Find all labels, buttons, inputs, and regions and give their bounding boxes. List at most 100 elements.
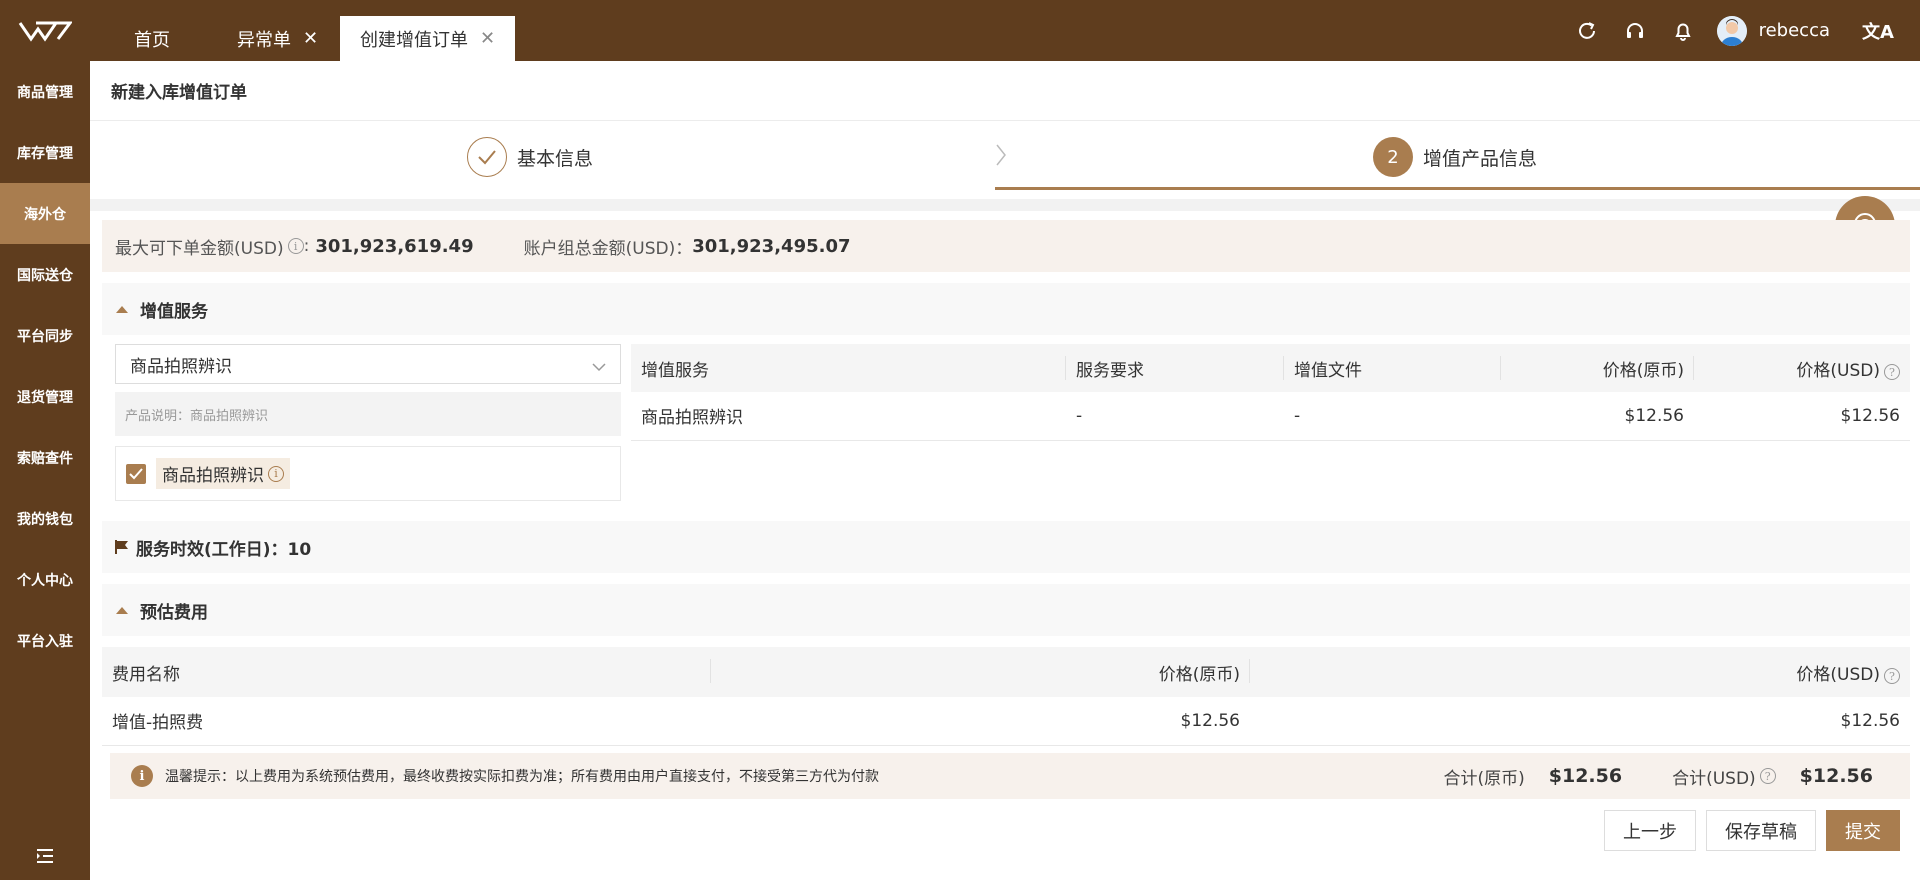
total-original-value: $12.56 (1548, 765, 1623, 787)
sidebar-item-label: 个人中心 (17, 572, 73, 589)
table-cell: $12.56 (711, 697, 1250, 746)
section-title: 预估费用 (140, 602, 208, 623)
total-original-label: 合计(原币) (1443, 768, 1525, 789)
service-select[interactable]: 商品拍照辨识 (115, 344, 621, 384)
step-basic-info[interactable]: 基本信息 (467, 137, 593, 177)
sidebar-item-label: 索赔查件 (17, 450, 73, 467)
fee-tip-text: 温馨提示：以上费用为系统预估费用，最终收费按实际扣费为准；所有费用由用户直接支付… (165, 769, 879, 785)
sidebar-item-claims[interactable]: 索赔查件 (0, 427, 90, 488)
column-header: 增值服务 (631, 344, 1066, 392)
table-cell: 增值-拍照费 (102, 697, 711, 746)
column-header-text: 价格(USD) (1796, 360, 1880, 381)
sidebar-item-inventory[interactable]: 库存管理 (0, 122, 90, 183)
headset-icon[interactable] (1611, 0, 1659, 61)
info-icon[interactable]: i (287, 238, 304, 254)
close-icon[interactable]: ✕ (480, 28, 495, 49)
total-usd-value: $12.56 (1799, 765, 1873, 787)
flag-icon (115, 540, 128, 554)
tab-exceptions-label: 异常单 (237, 29, 291, 51)
fee-totals: 合计(原币) $12.56 合计(USD) ? $12.56 (1443, 753, 1873, 799)
chevron-down-icon (592, 357, 606, 377)
step-value-added-info[interactable]: 2 增值产品信息 (1373, 137, 1537, 177)
table-cell: 商品拍照辨识 (631, 392, 1066, 441)
sidebar-item-products[interactable]: 商品管理 (0, 61, 90, 122)
max-order-amount-label: 最大可下单金额(USD) (115, 238, 284, 259)
info-icon: i (131, 765, 153, 787)
tab-home-label: 首页 (134, 29, 170, 51)
help-icon[interactable]: ? (1884, 364, 1900, 380)
check-icon (467, 137, 507, 177)
service-checkbox[interactable] (126, 463, 146, 484)
sidebar-item-international[interactable]: 国际送仓 (0, 244, 90, 305)
sidebar-item-platform-sync[interactable]: 平台同步 (0, 305, 90, 366)
username: rebecca (1758, 20, 1830, 41)
sidebar-item-overseas-warehouse[interactable]: 海外仓 (0, 183, 90, 244)
value-added-services-table: 增值服务 服务要求 增值文件 价格(原币) 价格(USD)? 商品拍照辨识 - … (631, 344, 1910, 441)
top-right-tools: rebecca 文A (1563, 0, 1920, 61)
product-description: 产品说明：商品拍照辨识 (115, 392, 621, 436)
sidebar-item-label: 平台同步 (17, 328, 73, 345)
table-cell: $12.56 (1250, 697, 1910, 746)
submit-button[interactable]: 提交 (1826, 810, 1900, 851)
value-added-section-header[interactable]: 增值服务 (102, 283, 1910, 335)
avatar (1716, 15, 1747, 46)
colon: : (303, 236, 310, 256)
service-options-panel: 商品拍照辨识 i (115, 446, 621, 501)
step-number: 2 (1373, 137, 1413, 177)
table-cell: - (1066, 392, 1284, 441)
active-step-indicator (995, 187, 1920, 190)
main-content: 新建入库增值订单 基本信息 2 增值产品信息 最大可下单金额(USD) i : … (90, 61, 1920, 880)
translate-icon[interactable]: 文A (1854, 0, 1902, 61)
sidebar-item-label: 库存管理 (17, 145, 73, 162)
table-cell: $12.56 (1694, 392, 1910, 441)
help-icon[interactable]: ? (1884, 668, 1900, 684)
step-label: 基本信息 (517, 147, 594, 170)
user-menu[interactable]: rebecca (1716, 15, 1854, 46)
estimated-fees-section-header[interactable]: 预估费用 (102, 584, 1910, 636)
tab-create-order-label: 创建增值订单 (360, 29, 468, 51)
balance-summary: 最大可下单金额(USD) i : 301,923,619.49 账户组总金额(U… (102, 220, 1910, 272)
bell-icon[interactable] (1659, 0, 1707, 61)
table-cell: $12.56 (1501, 392, 1694, 441)
column-header-text: 价格(USD) (1796, 664, 1880, 685)
sidebar-item-wallet[interactable]: 我的钱包 (0, 488, 90, 549)
sidebar-item-returns[interactable]: 退货管理 (0, 366, 90, 427)
column-header-usd: 价格(USD)? (1250, 647, 1910, 697)
sidebar-item-profile[interactable]: 个人中心 (0, 549, 90, 610)
sidebar-item-label: 海外仓 (24, 206, 66, 223)
tab-create-order[interactable]: 创建增值订单 ✕ (340, 16, 516, 61)
collapse-menu-icon[interactable] (0, 848, 90, 864)
previous-step-button[interactable]: 上一步 (1604, 810, 1696, 851)
column-header: 增值文件 (1284, 344, 1501, 392)
sidebar: 商品管理 库存管理 海外仓 国际送仓 平台同步 退货管理 索赔查件 我的钱包 个… (0, 61, 90, 880)
help-icon[interactable]: ? (1759, 768, 1776, 784)
column-header-usd: 价格(USD)? (1694, 344, 1910, 392)
sidebar-item-label: 平台入驻 (17, 633, 73, 650)
table-header-row: 费用名称 价格(原币) 价格(USD)? (102, 647, 1910, 697)
service-checkbox-label[interactable]: 商品拍照辨识 i (156, 458, 290, 489)
collapse-arrow-icon (116, 305, 128, 313)
column-header: 价格(原币) (1501, 344, 1694, 392)
page-title: 新建入库增值订单 (90, 61, 1920, 121)
save-draft-button[interactable]: 保存草稿 (1706, 810, 1816, 851)
sidebar-item-label: 退货管理 (17, 389, 73, 406)
sidebar-item-platform-onboarding[interactable]: 平台入驻 (0, 610, 90, 671)
logo-icon[interactable] (0, 0, 90, 61)
close-icon[interactable]: ✕ (303, 28, 318, 49)
sidebar-item-label: 国际送仓 (17, 267, 73, 284)
step-label: 增值产品信息 (1423, 147, 1538, 170)
refresh-icon[interactable] (1563, 0, 1611, 61)
max-order-amount-value: 301,923,619.49 (315, 235, 474, 257)
column-header: 价格(原币) (711, 647, 1250, 697)
info-icon[interactable]: i (268, 465, 284, 482)
service-select-value: 商品拍照辨识 (130, 356, 232, 377)
tab-exceptions[interactable]: 异常单 ✕ (237, 16, 318, 61)
sidebar-item-label: 商品管理 (17, 84, 73, 101)
table-cell: - (1284, 392, 1501, 441)
service-checkbox-text: 商品拍照辨识 (162, 466, 264, 486)
collapse-arrow-icon (116, 606, 128, 614)
chevron-right-icon (995, 143, 1007, 171)
account-total-value: 301,923,495.07 (692, 235, 851, 257)
sidebar-item-label: 我的钱包 (17, 511, 73, 528)
tab-home[interactable]: 首页 (134, 16, 170, 61)
